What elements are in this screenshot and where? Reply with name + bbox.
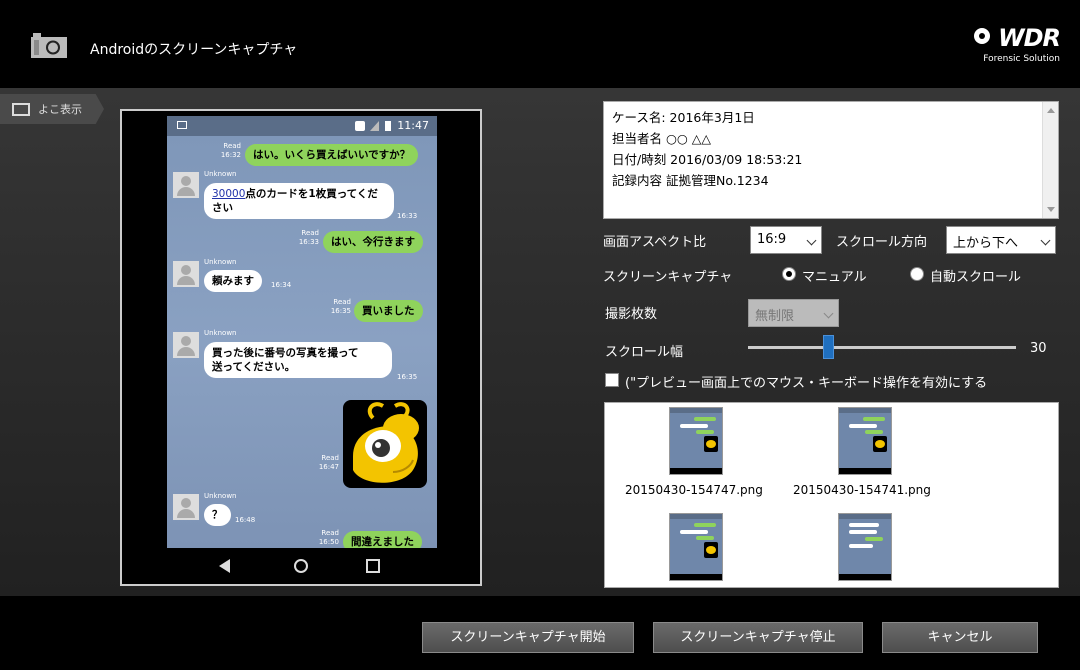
message-bubble-outgoing: はい。いくら買えばいいですか？ (245, 144, 419, 166)
message-bubble-incoming: 買った後に番号の写真を撮って 送ってください。 (204, 342, 392, 378)
message-meta: Read 16:32 (220, 142, 241, 159)
window-title: Androidのスクリーンキャプチャ (90, 42, 298, 58)
case-record-line: 記録内容 証拠管理No.1234 (612, 173, 769, 188)
scroll-direction-label: スクロール方向 (836, 235, 928, 250)
mouse-keyboard-checkbox[interactable] (605, 373, 619, 387)
capture-thumbnail-list[interactable]: 20150430-154747.png 20150430-154741.png (604, 402, 1059, 588)
start-capture-button[interactable]: スクリーンキャプチャ開始 (422, 622, 634, 653)
cancel-button[interactable]: キャンセル (882, 622, 1038, 653)
aspect-ratio-label: 画面アスペクト比 (603, 235, 707, 250)
battery-icon (385, 121, 391, 131)
scroll-down-icon[interactable] (1047, 207, 1055, 212)
capture-thumbnail[interactable] (838, 407, 892, 475)
auto-scroll-radio-label[interactable]: 自動スクロール (930, 266, 1021, 285)
contact-avatar (173, 172, 199, 198)
message-time: 16:33 (397, 212, 418, 220)
case-scrollbar[interactable] (1042, 102, 1058, 218)
scroll-width-slider-track[interactable] (748, 346, 1016, 349)
contact-avatar (173, 332, 199, 358)
brand-logo: WDR Forensic Solution (970, 24, 1061, 68)
capture-mode-label: スクリーンキャプチャ (603, 270, 733, 285)
location-pin-icon (974, 28, 990, 44)
image-notification-icon (177, 121, 187, 129)
capture-thumbnail[interactable] (669, 407, 723, 475)
capture-count-select: 無制限 (748, 299, 839, 327)
sticker-image (343, 400, 427, 488)
sender-name: Unknown (204, 329, 237, 337)
message-bubble-incoming: 頼みます (204, 270, 262, 292)
message-bubble-incoming: ？ (204, 504, 231, 526)
landscape-view-label: よこ表示 (38, 103, 82, 116)
capture-thumbnail[interactable] (838, 513, 892, 581)
case-info-textarea[interactable]: ケース名: 2016年3月1日 担当者名 ○○ △△ 日付/時刻 2016/03… (603, 101, 1059, 219)
scroll-direction-select[interactable]: 上から下へ (946, 226, 1056, 254)
scroll-up-icon[interactable] (1047, 108, 1055, 113)
sender-name: Unknown (204, 492, 237, 500)
vibrate-icon (355, 121, 365, 131)
home-icon[interactable] (294, 559, 308, 573)
stop-capture-button[interactable]: スクリーンキャプチャ停止 (653, 622, 863, 653)
contact-avatar (173, 494, 199, 520)
brand-name: WDR (998, 24, 1061, 52)
phone-nav-bar (167, 548, 437, 584)
message-bubble-outgoing: 買いました (354, 300, 423, 322)
case-person-line: 担当者名 ○○ △△ (612, 131, 711, 146)
message-meta: Read 16:33 (298, 229, 319, 246)
chat-area: Read 16:32 はい。いくら買えばいいですか？ Unknown 30000点… (167, 136, 437, 553)
mouse-keyboard-label[interactable]: ("プレビュー画面上でのマウス・キーボード操作を有効にする (625, 372, 987, 391)
scroll-width-label: スクロール幅 (605, 345, 684, 360)
phone-status-bar: 11:47 (167, 116, 437, 136)
recent-apps-icon[interactable] (366, 559, 380, 573)
signal-icon (370, 121, 379, 131)
contact-avatar (173, 261, 199, 287)
message-bubble-outgoing: はい、今行きます (323, 231, 423, 253)
capture-count-label: 撮影枚数 (605, 307, 658, 322)
message-time: 16:48 (235, 516, 256, 524)
manual-radio[interactable] (782, 267, 796, 281)
phone-number-link[interactable]: 30000 (212, 188, 245, 200)
auto-scroll-radio[interactable] (910, 267, 924, 281)
chevron-down-icon (806, 235, 817, 246)
aspect-ratio-select[interactable]: 16:9 (750, 226, 822, 254)
scroll-width-value: 30 (1030, 341, 1047, 356)
chevron-down-icon (823, 308, 834, 319)
capture-thumbnail[interactable] (669, 513, 723, 581)
capture-filename: 20150430-154741.png (793, 483, 931, 497)
message-meta: Read 16:50 (318, 529, 339, 546)
sender-name: Unknown (204, 170, 237, 178)
phone-screen: 11:47 Read 16:32 はい。いくら買えばいいですか？ Unknown … (167, 116, 437, 584)
scroll-width-slider-thumb[interactable] (822, 335, 834, 359)
message-time: 16:34 (271, 281, 292, 289)
message-meta: Read 16:35 (330, 298, 351, 315)
phone-preview[interactable]: 11:47 Read 16:32 はい。いくら買えばいいですか？ Unknown … (120, 109, 482, 586)
manual-radio-label[interactable]: マニュアル (802, 266, 867, 285)
case-datetime-line: 日付/時刻 2016/03/09 18:53:21 (612, 152, 803, 167)
message-time: 16:35 (397, 373, 418, 381)
camera-icon (31, 33, 67, 58)
back-icon[interactable] (219, 559, 230, 573)
landscape-icon (12, 103, 30, 116)
brand-subtitle: Forensic Solution (983, 54, 1060, 64)
landscape-view-toggle[interactable]: よこ表示 (0, 94, 104, 124)
title-bar: Androidのスクリーンキャプチャ WDR Forensic Solution (0, 0, 1080, 88)
message-meta: Read 16:47 (318, 454, 339, 471)
chevron-down-icon (1040, 235, 1051, 246)
case-name-line: ケース名: 2016年3月1日 (612, 110, 755, 125)
status-time: 11:47 (397, 119, 429, 132)
capture-filename: 20150430-154747.png (625, 483, 763, 497)
message-bubble-incoming: 30000点のカードを1枚買ってください (204, 183, 394, 219)
sender-name: Unknown (204, 258, 237, 266)
